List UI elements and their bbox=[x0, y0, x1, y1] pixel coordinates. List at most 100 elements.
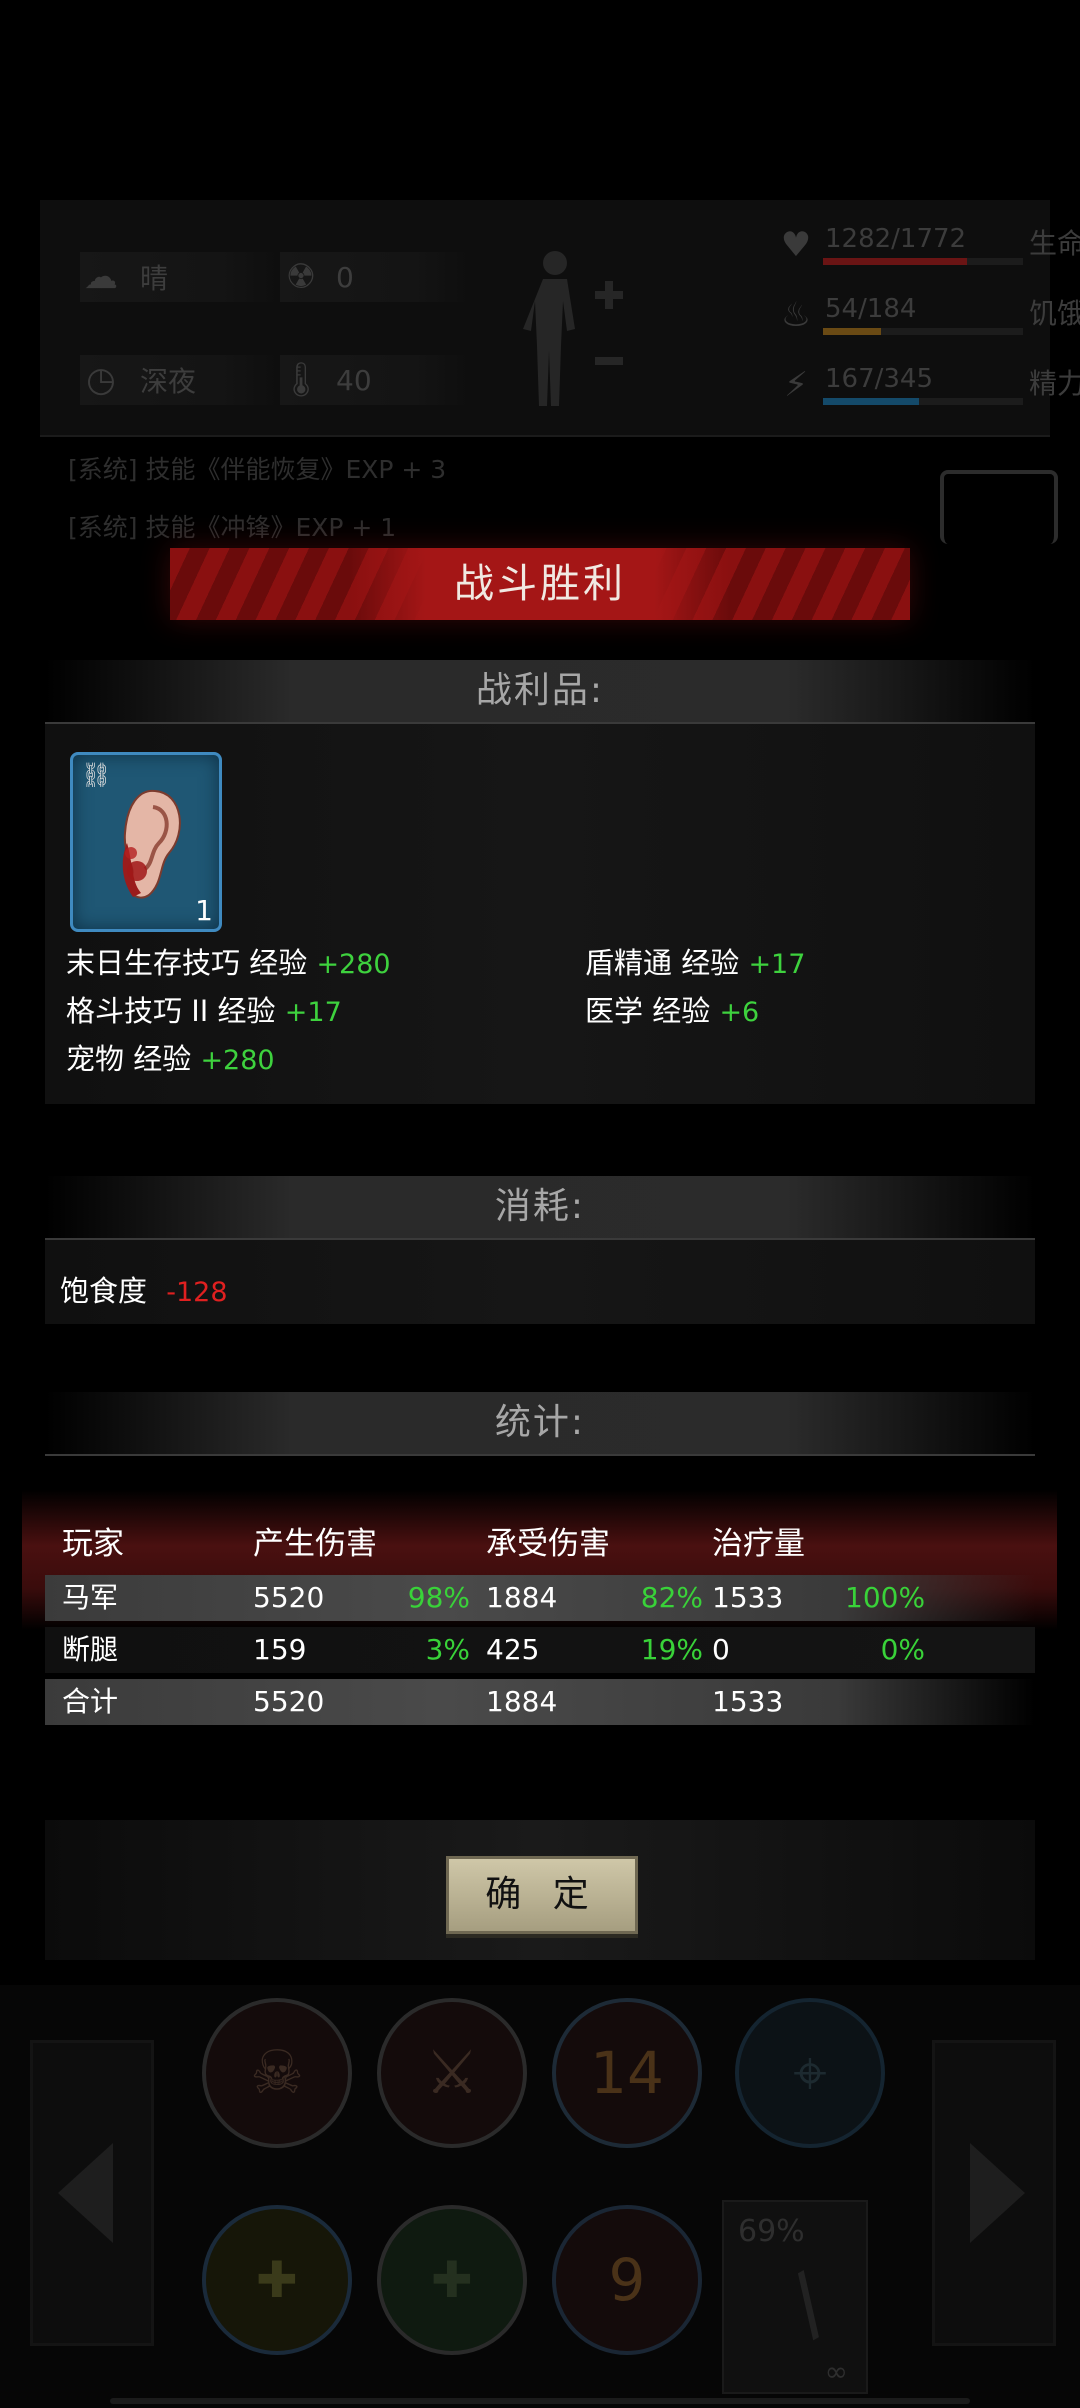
thermometer-icon: 🌡 bbox=[279, 360, 323, 400]
charge-skill-button[interactable]: 14 bbox=[552, 1998, 702, 2148]
damage-dealt: 5520 bbox=[253, 1581, 325, 1614]
damage-dealt: 5520 bbox=[253, 1685, 325, 1718]
skull-skill-button[interactable]: ☠ bbox=[202, 1998, 352, 2148]
exp-skill: 末日生存技巧 经验 bbox=[66, 946, 308, 980]
damage-taken-pct: 19% bbox=[640, 1633, 703, 1666]
aim-skill-button[interactable]: ⌖ bbox=[735, 1998, 885, 2148]
prev-page-button[interactable] bbox=[30, 2040, 154, 2346]
radiation-icon: ☢ bbox=[285, 257, 317, 297]
player-name: 合计 bbox=[62, 1685, 119, 1718]
stack-counter: 9 bbox=[608, 2246, 646, 2314]
consume-value: -128 bbox=[166, 1277, 228, 1308]
table-row: 马军 5520 98% 1884 82% 1533 100% bbox=[45, 1575, 1035, 1621]
damage-dealt-pct: 3% bbox=[425, 1633, 470, 1666]
weather-cell: ☁ 晴 bbox=[80, 252, 280, 302]
chevron-right-icon bbox=[970, 2143, 1025, 2243]
exp-skill: 盾精通 经验 bbox=[585, 946, 740, 980]
exp-gain: 盾精通 经验 +17 bbox=[585, 940, 805, 982]
col-damage-dealt: 产生伤害 bbox=[253, 1526, 377, 1562]
exp-amount: +6 bbox=[719, 997, 760, 1028]
chat-button[interactable] bbox=[940, 470, 1058, 544]
time-cell: ◷ 深夜 bbox=[80, 355, 280, 405]
energy-value: 167/345 bbox=[825, 364, 934, 394]
stomach-icon: ♨ bbox=[780, 295, 812, 335]
exp-gain: 格斗技巧 II 经验 +17 bbox=[66, 988, 342, 1030]
heart-icon: ♥ bbox=[780, 225, 812, 265]
clock-icon: ◷ bbox=[86, 360, 116, 400]
damage-taken-pct: 82% bbox=[640, 1581, 703, 1614]
exp-skill: 医学 经验 bbox=[585, 994, 711, 1028]
damage-taken: 1884 bbox=[486, 1581, 558, 1614]
dialog-title: 战斗胜利 bbox=[454, 561, 626, 607]
crosshair-icon: ⌖ bbox=[793, 2038, 827, 2108]
summon-skill-button[interactable]: 9 bbox=[552, 2205, 702, 2355]
hunger-bar bbox=[823, 328, 881, 335]
healing: 1533 bbox=[712, 1685, 784, 1718]
next-page-button[interactable] bbox=[932, 2040, 1056, 2346]
confirm-button[interactable]: 确 定 bbox=[446, 1856, 638, 1934]
col-damage-taken: 承受伤害 bbox=[486, 1526, 610, 1562]
cloud-sun-icon: ☁ bbox=[84, 257, 118, 297]
bottom-strip bbox=[110, 2398, 970, 2404]
brain-icon: ⚡ bbox=[784, 365, 808, 405]
col-healing: 治疗量 bbox=[712, 1526, 805, 1562]
meditate-icon: ✚ bbox=[256, 2251, 298, 2309]
healing-pct: 0% bbox=[880, 1633, 925, 1666]
table-row-total: 合计 5520 1884 1533 bbox=[45, 1679, 1035, 1725]
medkit-skill-button[interactable]: ✚ bbox=[377, 2205, 527, 2355]
body-silhouette-icon[interactable] bbox=[515, 245, 635, 415]
healing-pct: 100% bbox=[845, 1581, 926, 1614]
exp-skill: 宠物 经验 bbox=[66, 1042, 192, 1076]
time-value: 深夜 bbox=[140, 365, 197, 398]
energy-bar bbox=[823, 398, 919, 405]
temperature-cell: 🌡 40 bbox=[279, 355, 470, 405]
crossed-weapons-icon: ⚔ bbox=[425, 2038, 479, 2108]
table-row: 断腿 159 3% 425 19% 0 0% bbox=[45, 1627, 1035, 1673]
exp-gain: 末日生存技巧 经验 +280 bbox=[66, 940, 391, 982]
weapon-slot[interactable]: 69% / ∞ bbox=[722, 2200, 868, 2394]
cooldown-counter: 14 bbox=[590, 2039, 664, 2107]
buff-skill-button[interactable]: ✚ bbox=[202, 2205, 352, 2355]
vital-health: ♥ 1282/1772 生命 bbox=[775, 222, 1080, 272]
consume-label: 饱食度 bbox=[60, 1274, 148, 1308]
medkit-icon: ✚ bbox=[431, 2251, 473, 2309]
healing: 0 bbox=[712, 1633, 730, 1666]
exp-amount: +280 bbox=[316, 949, 391, 980]
skill-panel bbox=[0, 1985, 1080, 2408]
consume-entry: 饱食度 -128 bbox=[60, 1268, 228, 1310]
exp-amount: +17 bbox=[284, 997, 342, 1028]
chevron-left-icon bbox=[58, 2143, 113, 2243]
victory-banner: 战斗胜利 bbox=[170, 548, 910, 620]
radiation-value: 0 bbox=[336, 260, 354, 294]
player-name: 断腿 bbox=[62, 1633, 119, 1666]
loot-item-slot[interactable]: ⛓ 1 bbox=[70, 752, 222, 932]
exp-amount: +17 bbox=[748, 949, 806, 980]
hunger-label: 饥饿 bbox=[1028, 297, 1080, 330]
ammo-count: ∞ bbox=[824, 2355, 848, 2388]
vital-energy: ⚡ 167/345 精力 bbox=[775, 362, 1080, 412]
energy-label: 精力 bbox=[1028, 367, 1080, 400]
exp-amount: +280 bbox=[200, 1045, 275, 1076]
stats-header: 统计: bbox=[45, 1392, 1035, 1456]
hunger-value: 54/184 bbox=[825, 294, 917, 324]
radiation-cell: ☢ 0 bbox=[280, 252, 470, 302]
item-quantity: 1 bbox=[195, 894, 213, 927]
damage-dealt: 159 bbox=[253, 1633, 307, 1666]
weapon-durability: 69% bbox=[738, 2214, 805, 2249]
slash-skill-button[interactable]: ⚔ bbox=[377, 1998, 527, 2148]
health-label: 生命 bbox=[1028, 227, 1080, 260]
exp-gain: 宠物 经验 +280 bbox=[66, 1036, 275, 1078]
skull-crossbones-icon: ☠ bbox=[250, 2038, 304, 2108]
exp-skill: 格斗技巧 II 经验 bbox=[66, 994, 276, 1028]
player-name: 马军 bbox=[62, 1581, 119, 1614]
health-bar bbox=[823, 258, 967, 265]
damage-dealt-pct: 98% bbox=[407, 1581, 470, 1614]
ear-icon bbox=[122, 789, 181, 899]
machete-icon: / bbox=[772, 2256, 843, 2351]
healing: 1533 bbox=[712, 1581, 784, 1614]
temperature-value: 40 bbox=[336, 363, 372, 397]
consume-header: 消耗: bbox=[45, 1176, 1035, 1240]
damage-taken: 425 bbox=[486, 1633, 540, 1666]
health-value: 1282/1772 bbox=[825, 224, 967, 254]
exp-gain: 医学 经验 +6 bbox=[585, 988, 759, 1030]
